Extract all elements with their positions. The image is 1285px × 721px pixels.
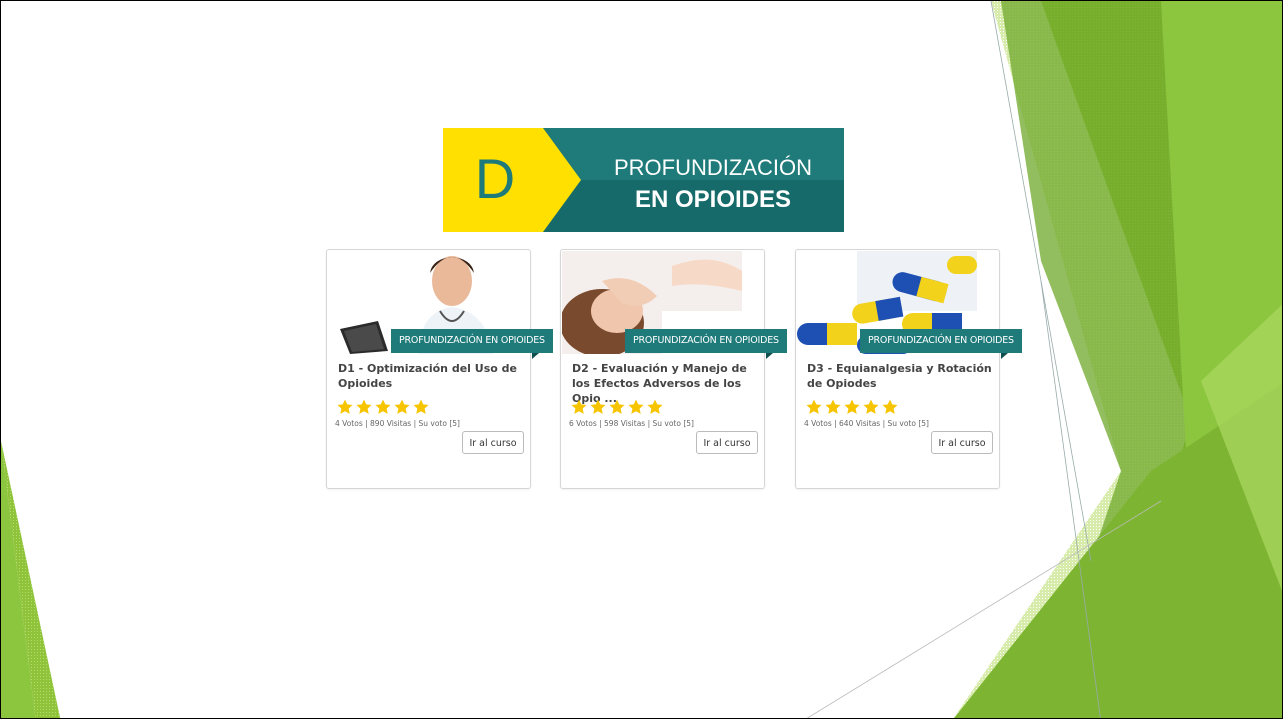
star-icon[interactable] xyxy=(862,398,881,416)
ribbon-fold xyxy=(532,353,539,359)
course-card[interactable]: PROFUNDIZACIÓN EN OPIOIDES D2 - Evaluaci… xyxy=(560,249,787,489)
module-banner: D PROFUNDIZACIÓN EN OPIOIDES xyxy=(443,128,844,232)
banner-line2: EN OPIOIDES xyxy=(635,186,791,213)
ribbon-fold xyxy=(1001,353,1008,359)
star-icon[interactable] xyxy=(627,398,646,416)
star-icon[interactable] xyxy=(355,398,374,416)
category-ribbon: PROFUNDIZACIÓN EN OPIOIDES xyxy=(391,329,553,353)
course-stats: 4 Votos | 890 Visitas | Su voto [5] xyxy=(335,419,460,428)
rating-stars[interactable] xyxy=(336,398,431,416)
course-card[interactable]: PROFUNDIZACIÓN EN OPIOIDES D3 - Equianal… xyxy=(795,249,1022,489)
star-icon[interactable] xyxy=(336,398,355,416)
banner-letter: D xyxy=(475,147,515,210)
star-icon[interactable] xyxy=(589,398,608,416)
star-icon[interactable] xyxy=(393,398,412,416)
rating-stars[interactable] xyxy=(570,398,665,416)
category-ribbon: PROFUNDIZACIÓN EN OPIOIDES xyxy=(860,329,1022,353)
go-to-course-button[interactable]: Ir al curso xyxy=(462,431,524,454)
star-icon[interactable] xyxy=(374,398,393,416)
banner-line1: PROFUNDIZACIÓN xyxy=(614,155,812,180)
rating-stars[interactable] xyxy=(805,398,900,416)
course-title[interactable]: D1 - Optimización del Uso de Opioides xyxy=(338,361,523,391)
go-to-course-button[interactable]: Ir al curso xyxy=(696,431,758,454)
course-stats: 6 Votos | 598 Visitas | Su voto [5] xyxy=(569,419,694,428)
star-icon[interactable] xyxy=(646,398,665,416)
star-icon[interactable] xyxy=(608,398,627,416)
star-icon[interactable] xyxy=(570,398,589,416)
star-icon[interactable] xyxy=(412,398,431,416)
category-ribbon: PROFUNDIZACIÓN EN OPIOIDES xyxy=(625,329,787,353)
course-stats: 4 Votos | 640 Visitas | Su voto [5] xyxy=(804,419,929,428)
course-card[interactable]: PROFUNDIZACIÓN EN OPIOIDES D1 - Optimiza… xyxy=(326,249,553,489)
course-title[interactable]: D3 - Equianalgesia y Rotación de Opiodes xyxy=(807,361,992,391)
presentation-slide: D PROFUNDIZACIÓN EN OPIOIDES PROFUNDIZAC… xyxy=(0,0,1283,719)
star-icon[interactable] xyxy=(843,398,862,416)
star-icon[interactable] xyxy=(881,398,900,416)
star-icon[interactable] xyxy=(824,398,843,416)
go-to-course-button[interactable]: Ir al curso xyxy=(931,431,993,454)
ribbon-fold xyxy=(766,353,773,359)
star-icon[interactable] xyxy=(805,398,824,416)
